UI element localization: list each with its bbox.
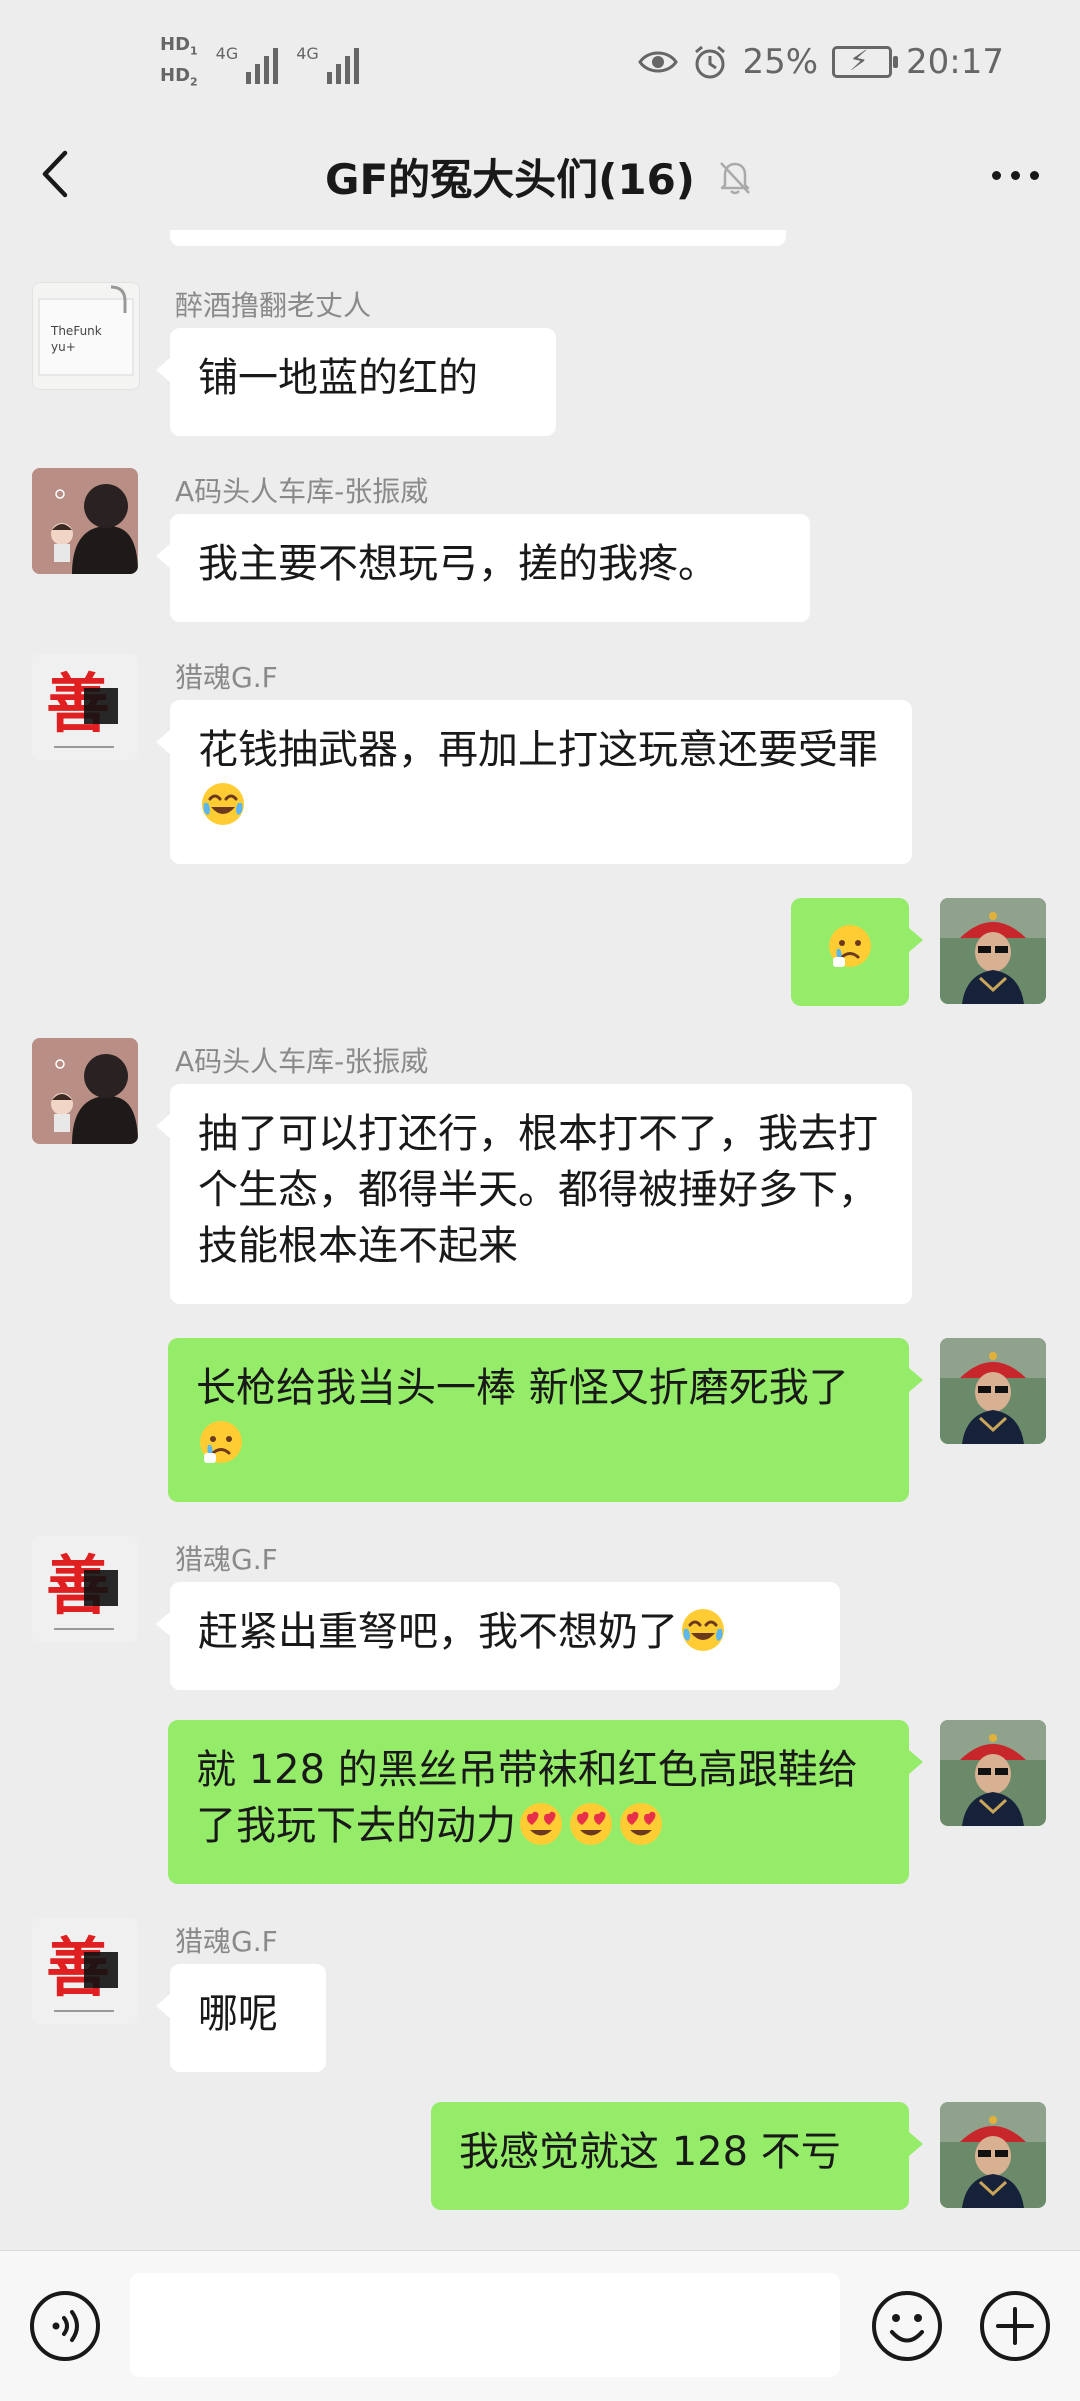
message-bubble-in[interactable]: 哪呢: [156, 1964, 326, 2072]
battery-percent: 25%: [742, 42, 819, 82]
avatar-qing-hat-man[interactable]: [940, 2102, 1046, 2208]
emoji-icon: [872, 2291, 942, 2361]
chat-title-wrap: GF的冤大头们(16): [0, 146, 1080, 207]
message-text: 铺一地蓝的红的: [198, 355, 478, 401]
sender-name: A码头人车库-张振威: [175, 475, 429, 508]
message-input[interactable]: [130, 2273, 840, 2377]
sender-name: 猎魂G.F: [175, 1543, 278, 1576]
message-text: 长枪给我当头一棒 新怪又折磨死我了: [196, 1365, 849, 1411]
chat-header: GF的冤大头们(16): [0, 120, 1080, 230]
note-card-image: TheFunk yu+: [38, 285, 134, 376]
red-char-image: 善: [32, 1918, 138, 2024]
clock-time: 20:17: [906, 42, 1004, 82]
avatar-cartoon-man[interactable]: [32, 468, 138, 574]
message-bubble-in[interactable]: 赶紧出重弩吧，我不想奶了: [156, 1582, 840, 1690]
message-bubble-out[interactable]: 长枪给我当头一棒 新怪又折磨死我了: [168, 1338, 923, 1502]
red-char-image: 善: [32, 1536, 138, 1642]
message-list[interactable]: TheFunk yu+ 醉酒撸翻老丈人 铺一地蓝的红的 A码头人车库-张振威 我…: [0, 230, 1080, 2250]
message-text: 我主要不想玩弓，搓的我疼。: [198, 541, 718, 587]
sender-name: 猎魂G.F: [175, 1925, 278, 1958]
heart-eyes-emoji: [620, 1803, 662, 1845]
sad-emoji: [829, 925, 871, 967]
qing-hat-man-image: [940, 898, 1046, 1004]
svg-text:TheFunk: TheFunk: [50, 324, 102, 338]
heart-eyes-emoji: [570, 1803, 612, 1845]
battery-icon: ⚡: [832, 44, 899, 78]
message-text: 抽了可以打还行，根本打不了，我去打个生态，都得半天。都得被捶好多下，技能根本连不…: [198, 1111, 878, 1269]
sad-emoji: [200, 1421, 242, 1463]
message-bubble-out[interactable]: 就 128 的黑丝吊带袜和红色高跟鞋给了我玩下去的动力: [168, 1720, 923, 1884]
message-text: 赶紧出重弩吧，我不想奶了: [198, 1609, 678, 1655]
message-text: 我感觉就这 128 不亏: [459, 2129, 841, 2175]
message-bubble-out[interactable]: 我感觉就这 128 不亏: [431, 2102, 923, 2210]
eye-icon: [638, 51, 679, 73]
sender-name: 猎魂G.F: [175, 661, 278, 694]
avatar-note-card[interactable]: TheFunk yu+: [32, 282, 140, 390]
hd-indicators: HD1 HD2: [160, 36, 198, 91]
signal-1-icon: 4G: [216, 44, 279, 84]
input-bar: [0, 2250, 1080, 2401]
alarm-icon: [695, 45, 726, 79]
sender-name: A码头人车库-张振威: [175, 1045, 429, 1078]
avatar-red-char[interactable]: 善: [32, 654, 138, 760]
avatar-qing-hat-man[interactable]: [940, 898, 1046, 1004]
svg-text:yu+: yu+: [51, 340, 76, 354]
avatar-qing-hat-man[interactable]: [940, 1338, 1046, 1444]
more-button[interactable]: [980, 150, 1050, 200]
plus-icon: [980, 2291, 1050, 2361]
hd2-label: HD2: [160, 64, 198, 89]
more-dot: [991, 170, 1001, 180]
qing-hat-man-image: [940, 1338, 1046, 1444]
emoji-button[interactable]: [870, 2289, 944, 2363]
qing-hat-man-image: [940, 2102, 1046, 2208]
heart-eyes-emoji: [520, 1803, 562, 1845]
message-bubble-in[interactable]: 抽了可以打还行，根本打不了，我去打个生态，都得半天。都得被捶好多下，技能根本连不…: [156, 1084, 912, 1304]
qing-hat-man-image: [940, 1720, 1046, 1826]
cartoon-man-image: [32, 468, 138, 574]
message-text: 哪呢: [198, 1991, 278, 2037]
status-left: HD1 HD2 4G 4G: [160, 36, 359, 91]
message-bubble-in[interactable]: 花钱抽武器，再加上打这玩意还要受罪: [156, 700, 912, 864]
message-bubble-in[interactable]: 铺一地蓝的红的: [156, 328, 556, 436]
more-dot: [1010, 170, 1020, 180]
message-bubble-out[interactable]: [791, 898, 923, 1006]
avatar-qing-hat-man[interactable]: [940, 1720, 1046, 1826]
laughing-tears-emoji: [202, 783, 244, 825]
status-bar: HD1 HD2 4G 4G 25% ⚡ 20:17: [0, 0, 1080, 120]
voice-button[interactable]: [28, 2289, 102, 2363]
avatar-red-char[interactable]: 善: [32, 1918, 138, 2024]
plus-button[interactable]: [978, 2289, 1052, 2363]
chat-title: GF的冤大头们(16): [324, 155, 695, 204]
more-dot: [1029, 170, 1039, 180]
signal-2-icon: 4G: [296, 44, 359, 84]
partial-previous-bubble: [170, 230, 786, 246]
message-bubble-in[interactable]: 我主要不想玩弓，搓的我疼。: [156, 514, 810, 622]
signal-2-label: 4G: [296, 43, 319, 63]
cartoon-man-image: [32, 1038, 138, 1144]
message-text: 花钱抽武器，再加上打这玩意还要受罪: [198, 727, 878, 773]
red-char-image: 善: [32, 654, 138, 760]
laughing-tears-emoji: [682, 1609, 724, 1651]
signal-1-label: 4G: [215, 43, 239, 63]
status-right: 25% ⚡ 20:17: [638, 42, 1004, 82]
hd1-label: HD1: [160, 34, 198, 58]
voice-icon: [30, 2291, 100, 2361]
bell-off-icon: [720, 161, 750, 194]
sender-name: 醉酒撸翻老丈人: [175, 289, 372, 322]
avatar-cartoon-man[interactable]: [32, 1038, 138, 1144]
avatar-red-char[interactable]: 善: [32, 1536, 138, 1642]
